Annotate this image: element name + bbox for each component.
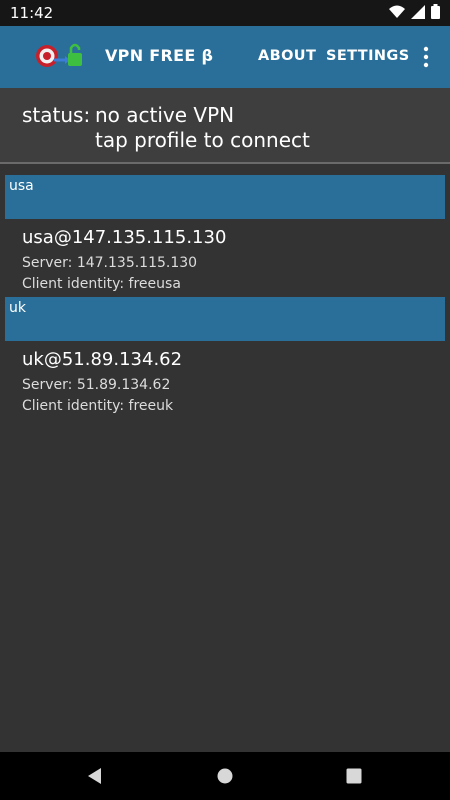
connection-status-panel: status: no active VPN tap profile to con… [0,88,450,164]
vpn-logo-icon [34,40,86,72]
profile-item-usa[interactable]: usa@147.135.115.130 Server: 147.135.115.… [0,227,450,305]
status-hint: tap profile to connect [95,128,310,152]
profile-server: Server: 147.135.115.130 [22,255,198,271]
clock: 11:42 [10,4,54,22]
profile-name: usa@147.135.115.130 [22,227,227,248]
profile-identity: Client identity: freeusa [22,276,181,292]
system-status-bar: 11:42 [0,0,450,26]
system-nav-bar [0,752,450,800]
profile-server: Server: 51.89.134.62 [22,377,171,393]
app-title: VPN FREE β [105,46,214,65]
battery-icon [431,3,440,23]
signal-icon [411,4,425,23]
group-header-label: usa [9,178,34,194]
profile-item-uk[interactable]: uk@51.89.134.62 Server: 51.89.134.62 Cli… [0,349,450,427]
wifi-icon [389,4,405,23]
status-label: status: [22,103,91,127]
settings-menu-button[interactable]: SETTINGS [326,48,410,64]
group-header-usa: usa [5,175,445,219]
app-bar: VPN FREE β ABOUT SETTINGS [0,26,450,88]
back-icon[interactable] [86,766,104,786]
about-menu-button[interactable]: ABOUT [258,48,316,64]
group-header-label: uk [9,300,26,316]
profile-name: uk@51.89.134.62 [22,349,183,370]
recents-icon[interactable] [346,768,362,784]
home-icon[interactable] [217,768,233,784]
profile-identity: Client identity: freeuk [22,398,174,414]
group-header-uk: uk [5,297,445,341]
more-vert-icon[interactable] [416,44,436,70]
status-text: no active VPN [95,103,235,127]
status-icons [389,3,440,23]
